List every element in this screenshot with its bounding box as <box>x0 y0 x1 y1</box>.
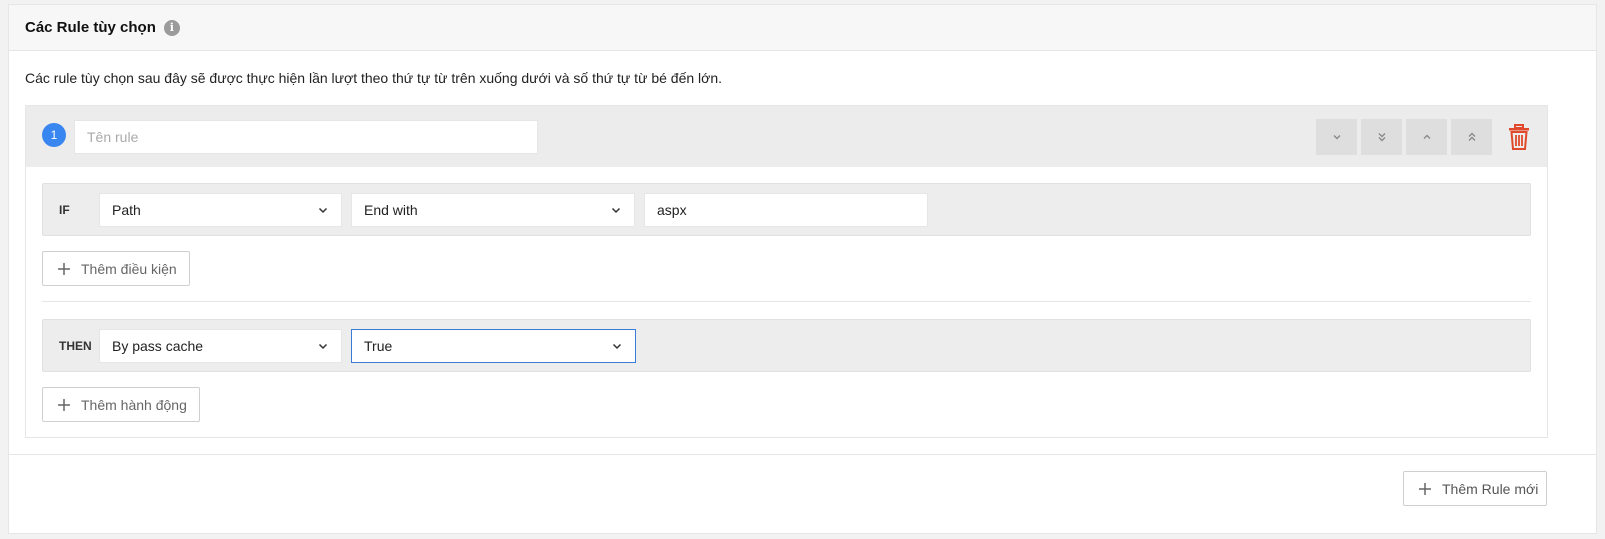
add-condition-button[interactable]: Thêm điều kiện <box>42 251 190 286</box>
move-to-bottom-button[interactable] <box>1361 119 1402 155</box>
double-chevron-down-icon <box>1378 133 1385 142</box>
action-type-select[interactable]: By pass cache <box>99 329 342 363</box>
if-label: IF <box>59 203 70 217</box>
add-new-rule-button[interactable]: Thêm Rule mới <box>1403 471 1547 506</box>
rule-number-badge: 1 <box>42 123 66 147</box>
move-up-button[interactable] <box>1406 119 1447 155</box>
rules-description: Các rule tùy chọn sau đây sẽ được thực h… <box>25 70 723 86</box>
rule-item: 1 IF <box>25 105 1548 438</box>
custom-rules-card: Các Rule tùy chọn i Các rule tùy chọn sa… <box>8 4 1597 534</box>
action-type-value: By pass cache <box>112 338 204 354</box>
then-label: THEN <box>59 339 92 353</box>
condition-value-input[interactable] <box>644 193 928 227</box>
rule-name-input[interactable] <box>74 120 538 154</box>
plus-icon <box>58 398 70 411</box>
move-down-button[interactable] <box>1316 119 1357 155</box>
divider <box>42 301 1531 302</box>
chevron-down-icon <box>612 343 622 350</box>
condition-operator-select[interactable]: End with <box>351 193 635 227</box>
plus-icon <box>1419 482 1431 495</box>
chevron-up-icon <box>1423 134 1430 139</box>
action-value: True <box>364 338 393 354</box>
chevron-down-icon <box>611 207 621 214</box>
condition-row: IF Path End with <box>42 183 1531 236</box>
chevron-down-icon <box>1333 135 1340 140</box>
trash-icon[interactable] <box>1508 124 1530 150</box>
add-action-button[interactable]: Thêm hành động <box>42 387 200 422</box>
add-condition-label: Thêm điều kiện <box>81 260 177 277</box>
page-title: Các Rule tùy chọn <box>25 19 156 36</box>
chevron-down-icon <box>318 343 328 350</box>
condition-field-select[interactable]: Path <box>99 193 342 227</box>
add-new-rule-label: Thêm Rule mới <box>1442 480 1539 497</box>
info-icon[interactable]: i <box>163 19 180 36</box>
card-header: Các Rule tùy chọn i <box>9 5 1596 51</box>
plus-icon <box>58 262 70 275</box>
move-to-top-button[interactable] <box>1451 119 1492 155</box>
double-chevron-up-icon <box>1468 132 1475 141</box>
condition-field-value: Path <box>112 202 141 218</box>
chevron-down-icon <box>318 207 328 214</box>
rule-header: 1 <box>26 106 1547 167</box>
action-value-select[interactable]: True <box>351 329 636 363</box>
action-row: THEN By pass cache True <box>42 319 1531 372</box>
footer-divider <box>9 454 1596 455</box>
condition-operator-value: End with <box>364 202 418 218</box>
add-action-label: Thêm hành động <box>81 396 187 413</box>
